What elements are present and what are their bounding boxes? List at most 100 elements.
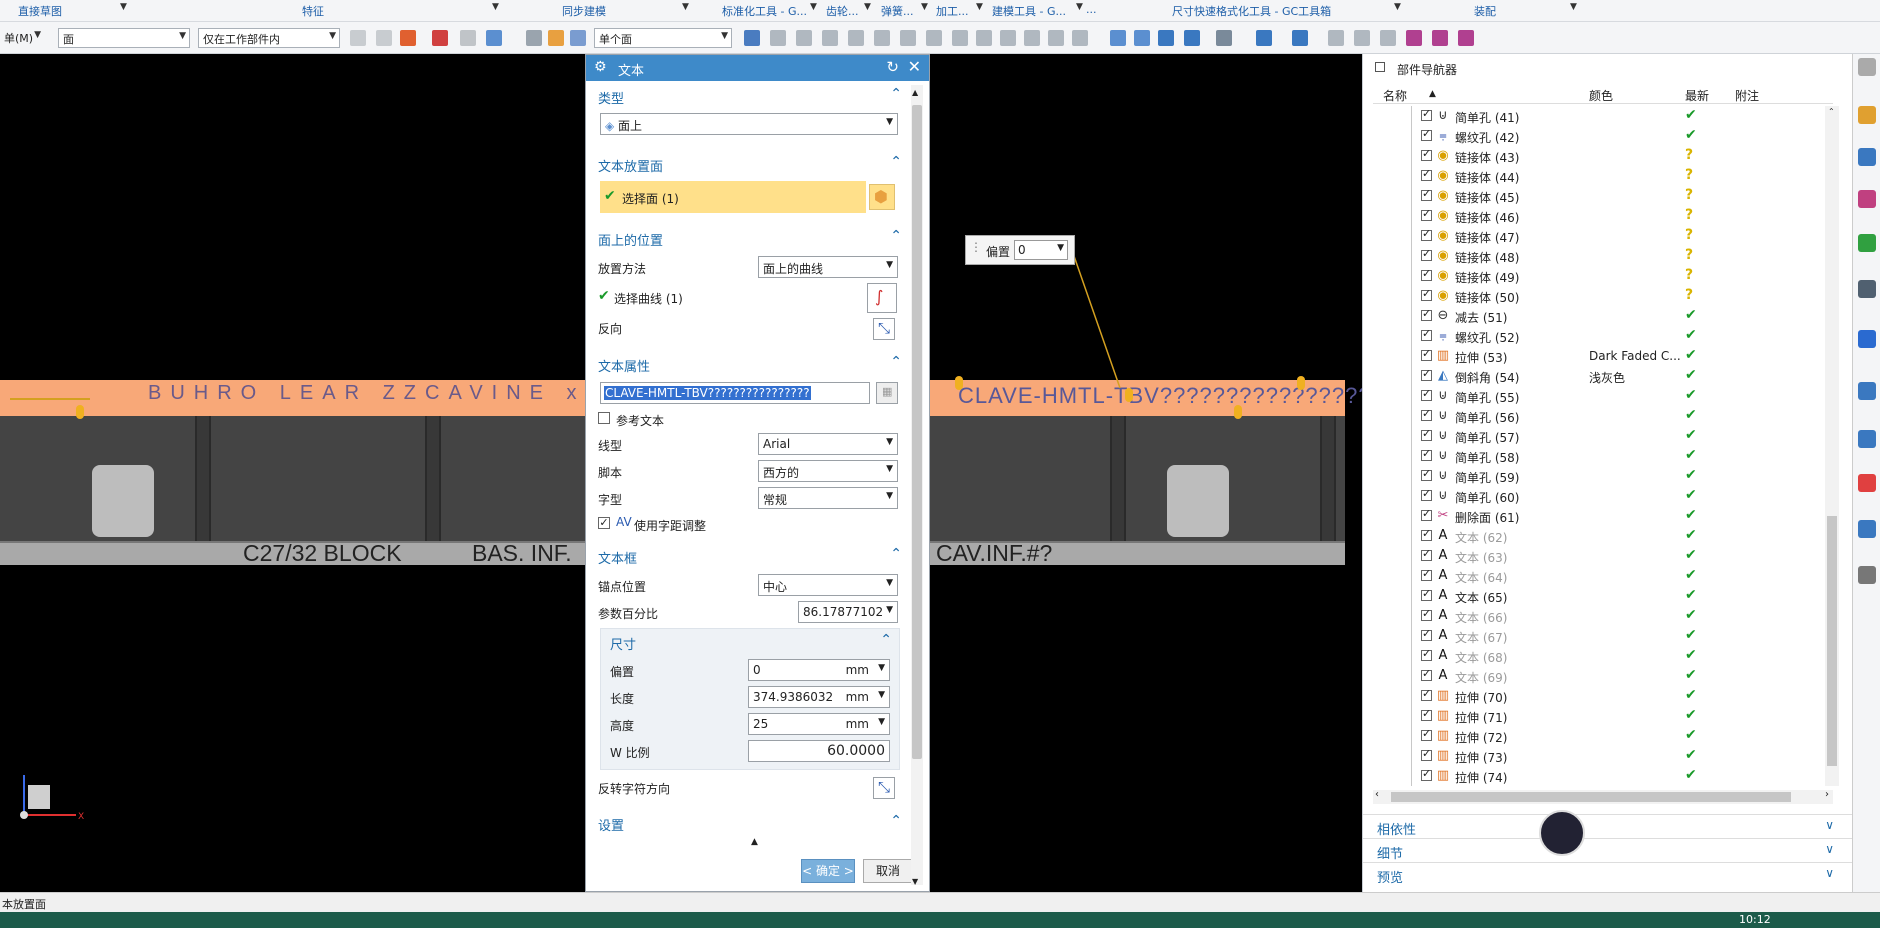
tree-row[interactable]: ⊍ 简单孔 (41) ✔ [1373, 106, 1833, 126]
snap-icon[interactable] [376, 30, 392, 46]
visibility-checkbox[interactable] [1421, 267, 1432, 281]
tree-row[interactable]: ▥ 拉伸 (53) Dark Faded C... ✔ [1373, 346, 1833, 366]
offset-tooltip[interactable]: ⋮ 偏置 0 ▼ [965, 235, 1075, 265]
line-icon[interactable] [1024, 30, 1040, 46]
curve-icon[interactable] [848, 30, 864, 46]
cancel-button[interactable]: 取消 [863, 859, 913, 883]
plus-icon[interactable] [1000, 30, 1016, 46]
tree-row[interactable]: A 文本 (68) ✔ [1373, 646, 1833, 666]
face-rule-select[interactable]: 单个面 ▼ [594, 28, 732, 48]
height-input[interactable]: 25 mm ▼ [748, 713, 890, 735]
visibility-checkbox[interactable] [1421, 227, 1432, 241]
close-icon[interactable]: ✕ [908, 57, 921, 76]
dialog-scrollbar[interactable]: ▲ ▼ [911, 85, 923, 886]
tree-row[interactable]: ◉ 链接体 (48)? [1373, 246, 1833, 266]
panel-details[interactable]: 细节 ∨ [1363, 838, 1852, 862]
visibility-checkbox[interactable] [1421, 187, 1432, 201]
visibility-checkbox[interactable] [1421, 287, 1432, 301]
solid-icon[interactable] [526, 30, 542, 46]
chevron-left-icon[interactable]: ‹ [1375, 789, 1379, 800]
point-icon[interactable] [1048, 30, 1064, 46]
visibility-checkbox[interactable] [1421, 347, 1432, 361]
line-icon[interactable] [796, 30, 812, 46]
kerning-checkbox[interactable]: ✓ AV 使用字距调整 [592, 512, 908, 536]
column-name[interactable]: 名称 [1383, 87, 1407, 104]
offset-input[interactable]: 0 mm ▼ [748, 659, 890, 681]
visibility-checkbox[interactable] [1421, 127, 1432, 141]
point-icon[interactable] [1072, 30, 1088, 46]
curve-select-button[interactable]: ∫ [867, 283, 897, 313]
tree-row[interactable]: ◉ 链接体 (43)? [1373, 146, 1833, 166]
tree-row[interactable]: A 文本 (62) ✔ [1373, 526, 1833, 546]
constraint-nav-icon[interactable] [1858, 148, 1876, 166]
font-style-select[interactable]: 常规 ▼ [758, 487, 898, 509]
w-ratio-input[interactable]: 60.0000 [748, 740, 890, 762]
checkbox[interactable] [598, 412, 610, 424]
tree-row[interactable]: A 文本 (64) ✔ [1373, 566, 1833, 586]
visibility-checkbox[interactable] [1421, 767, 1432, 781]
tree-row[interactable]: ⩦ 螺纹孔 (52) ✔ [1373, 326, 1833, 346]
visibility-checkbox[interactable] [1421, 447, 1432, 461]
drag-handle[interactable] [1297, 376, 1305, 390]
part-nav-icon[interactable] [1858, 190, 1876, 208]
drag-handle[interactable] [955, 376, 963, 390]
type-select[interactable]: ◈ 面上 ▼ [600, 113, 898, 135]
visibility-checkbox[interactable] [1421, 207, 1432, 221]
section-placement-face[interactable]: 文本放置面 ⌃ [592, 151, 908, 177]
tree-row[interactable]: A 文本 (65) ✔ [1373, 586, 1833, 606]
chevron-right-icon[interactable]: › [1825, 789, 1829, 800]
checkbox[interactable]: ✓ [598, 517, 610, 529]
curve-icon[interactable] [874, 30, 890, 46]
visibility-checkbox[interactable] [1421, 407, 1432, 421]
circle-icon[interactable] [952, 30, 968, 46]
select-icon[interactable] [400, 30, 416, 46]
section-text-attrs[interactable]: 文本属性 ⌃ [592, 351, 908, 377]
line-icon[interactable] [822, 30, 838, 46]
scroll-thumb[interactable] [912, 105, 922, 759]
section-icon[interactable] [1292, 30, 1308, 46]
tree-row[interactable]: ▥ 拉伸 (71) ✔ [1373, 706, 1833, 726]
tree-row[interactable]: A 文本 (66) ✔ [1373, 606, 1833, 626]
tree-row[interactable]: A 文本 (63) ✔ [1373, 546, 1833, 566]
reset-icon[interactable]: ↻ [886, 58, 899, 76]
tree-row[interactable]: ◉ 链接体 (45)? [1373, 186, 1833, 206]
column-note[interactable]: 附注 [1735, 87, 1759, 104]
chevron-up-icon[interactable]: ▲ [912, 88, 918, 97]
visibility-checkbox[interactable] [1421, 307, 1432, 321]
pick-icon[interactable] [432, 30, 448, 46]
tree-row[interactable]: A 文本 (67) ✔ [1373, 626, 1833, 646]
tree-row[interactable]: ▥ 拉伸 (70) ✔ [1373, 686, 1833, 706]
visibility-checkbox[interactable] [1421, 647, 1432, 661]
tree-row[interactable]: A 文本 (69) ✔ [1373, 666, 1833, 686]
tree-row[interactable]: ▥ 拉伸 (74) ✔ [1373, 766, 1833, 786]
snap-icon[interactable] [350, 30, 366, 46]
chevron-up-icon[interactable]: ⌃ [1828, 107, 1835, 116]
section-settings[interactable]: 设置 ⌃ [592, 810, 908, 836]
param-pct-input[interactable]: 86.17877102 ▼ [798, 601, 898, 623]
tool-icon[interactable] [1406, 30, 1422, 46]
select-face-row[interactable]: ✔ 选择面 (1) [600, 181, 866, 213]
tree-row[interactable]: ⊍ 简单孔 (59) ✔ [1373, 466, 1833, 486]
navigator-scrollbar[interactable]: ⌃ [1825, 106, 1839, 786]
tree-row[interactable]: ◉ 链接体 (50)? [1373, 286, 1833, 306]
visibility-checkbox[interactable] [1421, 427, 1432, 441]
ok-button[interactable]: < 确定 > [801, 859, 855, 883]
navigator-hscroll[interactable]: ‹ › [1373, 789, 1833, 804]
expand-more-icon[interactable]: ▲ [751, 837, 758, 847]
sort-asc-icon[interactable]: ▲ [1429, 89, 1436, 99]
visibility-checkbox[interactable] [1421, 487, 1432, 501]
snap-point-icon[interactable] [770, 30, 786, 46]
visibility-checkbox[interactable] [1421, 567, 1432, 581]
drag-handle[interactable] [76, 405, 84, 419]
font-select[interactable]: Arial ▼ [758, 433, 898, 455]
tree-row[interactable]: ◉ 链接体 (46)? [1373, 206, 1833, 226]
visibility-checkbox[interactable] [1421, 607, 1432, 621]
symbol-button[interactable]: ▦ [876, 382, 898, 404]
type-filter-select[interactable]: 面 ▼ [58, 28, 190, 48]
tree-row[interactable]: ▥ 拉伸 (73) ✔ [1373, 746, 1833, 766]
visibility-checkbox[interactable] [1421, 167, 1432, 181]
fit-icon[interactable] [1184, 30, 1200, 46]
view-icon[interactable] [1110, 30, 1126, 46]
tool-icon[interactable] [1458, 30, 1474, 46]
tree-row[interactable]: ✂ 删除面 (61) ✔ [1373, 506, 1833, 526]
